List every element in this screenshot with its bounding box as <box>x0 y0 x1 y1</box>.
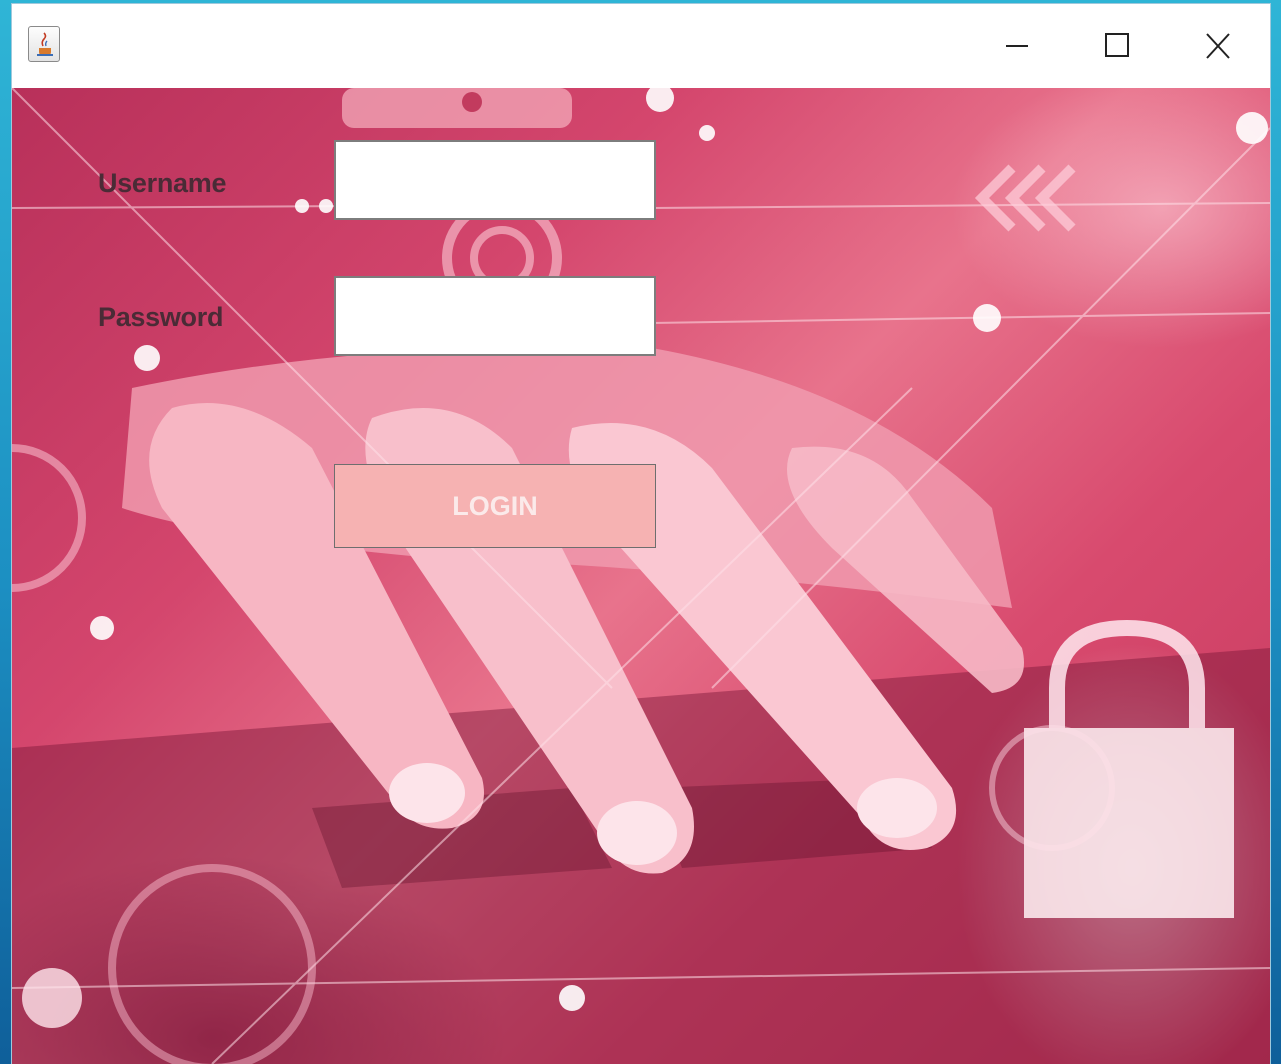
username-label: Username <box>98 168 227 198</box>
login-button-label: LOGIN <box>452 490 538 521</box>
minimize-icon <box>1006 45 1028 47</box>
minimize-button[interactable] <box>970 4 1060 88</box>
title-bar[interactable] <box>12 4 1270 88</box>
maximize-button[interactable] <box>1072 4 1162 88</box>
password-label: Password <box>98 302 224 332</box>
password-input[interactable] <box>334 276 656 356</box>
login-panel: Username Password LOGIN <box>12 88 1270 1064</box>
maximize-icon <box>1105 33 1129 57</box>
close-icon <box>1206 33 1230 59</box>
java-cup-icon[interactable] <box>28 26 60 62</box>
login-window: Username Password LOGIN <box>12 4 1270 1064</box>
background-image <box>12 88 1270 1064</box>
username-input[interactable] <box>334 140 656 220</box>
close-button[interactable] <box>1172 4 1262 88</box>
login-button[interactable]: LOGIN <box>334 464 656 548</box>
